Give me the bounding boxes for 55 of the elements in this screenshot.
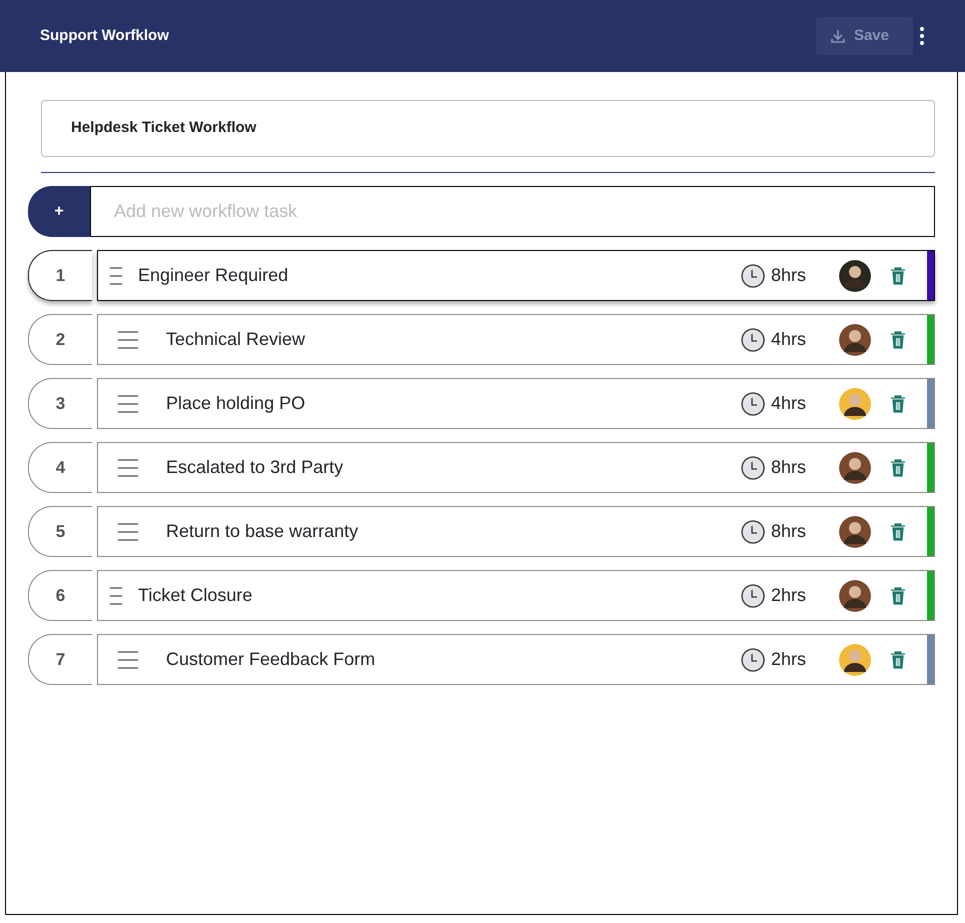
clock-icon — [741, 392, 765, 416]
trash-icon[interactable] — [889, 458, 907, 477]
task-duration: 8hrs — [771, 520, 808, 543]
task-number[interactable]: 7 — [28, 634, 92, 685]
trash-icon[interactable] — [889, 650, 907, 669]
task-duration: 2hrs — [771, 584, 808, 607]
task-duration: 4hrs — [771, 392, 808, 415]
task-row[interactable]: Ticket Closure 2hrs — [97, 570, 935, 621]
clock-icon — [741, 328, 765, 352]
task-title: Customer Feedback Form — [166, 648, 376, 671]
task-number[interactable]: 5 — [28, 506, 92, 557]
trash-icon[interactable] — [889, 266, 907, 285]
task-row[interactable]: Escalated to 3rd Party 8hrs — [97, 442, 935, 493]
task-number[interactable]: 1 — [28, 250, 92, 301]
drag-handle-icon[interactable] — [118, 330, 138, 348]
drag-handle-icon[interactable] — [118, 522, 138, 540]
trash-icon[interactable] — [889, 394, 907, 413]
drag-handle-icon[interactable] — [118, 650, 138, 668]
task-title: Escalated to 3rd Party — [166, 456, 344, 479]
drag-handle-icon[interactable] — [110, 266, 122, 284]
task-title: Return to base warranty — [166, 520, 360, 543]
download-icon — [830, 28, 846, 44]
task-row[interactable]: Engineer Required 8hrs — [97, 250, 935, 301]
task-number[interactable]: 2 — [28, 314, 92, 365]
app-title: Support Worfklow — [40, 26, 169, 46]
more-icon[interactable] — [919, 26, 925, 46]
drag-handle-icon[interactable] — [118, 394, 138, 412]
task-number[interactable]: 6 — [28, 570, 92, 621]
task-duration: 8hrs — [771, 264, 808, 287]
task-title: Engineer Required — [138, 264, 290, 287]
clock-icon — [741, 456, 765, 480]
task-row[interactable]: Technical Review 4hrs — [97, 314, 935, 365]
drag-handle-icon[interactable] — [118, 458, 138, 476]
task-row[interactable]: Place holding PO 4hrs — [97, 378, 935, 429]
trash-icon[interactable] — [889, 330, 907, 349]
add-task-button[interactable]: + — [28, 186, 90, 237]
task-row[interactable]: Return to base warranty 8hrs — [97, 506, 935, 557]
task-duration: 8hrs — [771, 456, 808, 479]
trash-icon[interactable] — [889, 586, 907, 605]
task-title: Ticket Closure — [138, 584, 254, 607]
workflow-name-field[interactable]: Helpdesk Ticket Workflow — [41, 100, 935, 157]
clock-icon — [741, 648, 765, 672]
task-number[interactable]: 4 — [28, 442, 92, 493]
new-task-field[interactable]: Add new workflow task — [90, 186, 935, 237]
clock-icon — [741, 520, 765, 544]
clock-icon — [741, 264, 765, 288]
task-duration: 2hrs — [771, 648, 808, 671]
task-title: Place holding PO — [166, 392, 306, 415]
trash-icon[interactable] — [889, 522, 907, 541]
clock-icon — [741, 584, 765, 608]
drag-handle-icon[interactable] — [110, 586, 122, 604]
task-title: Technical Review — [166, 328, 306, 351]
task-duration: 4hrs — [771, 328, 808, 351]
task-number[interactable]: 3 — [28, 378, 92, 429]
task-row[interactable]: Customer Feedback Form 2hrs — [97, 634, 935, 685]
